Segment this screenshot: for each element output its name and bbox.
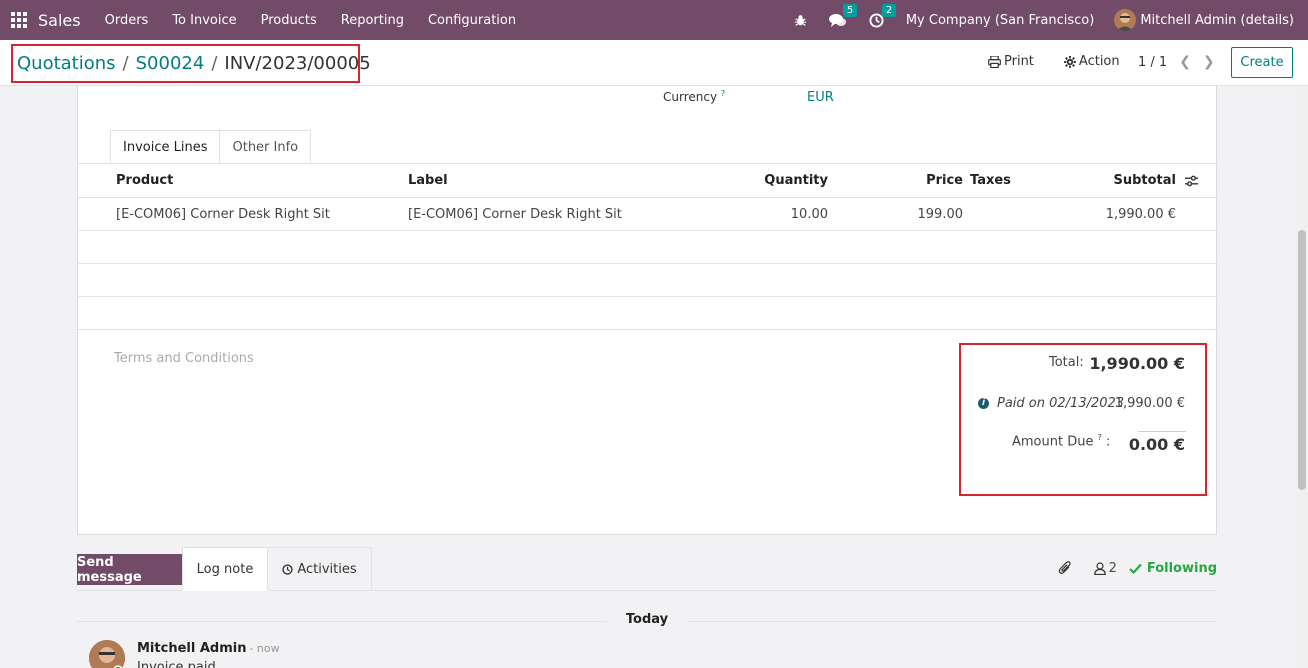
- totals-summary: Total: 1,990.00 € i Paid on 02/13/2023 1…: [959, 343, 1207, 496]
- table-row-empty: [78, 297, 1218, 330]
- gear-icon: [1063, 55, 1076, 68]
- table-header: Product Label Quantity Price Taxes Subto…: [78, 164, 1218, 198]
- company-switcher[interactable]: My Company (San Francisco): [906, 13, 1094, 28]
- date-separator: Today: [77, 612, 1217, 627]
- message-time: - now: [249, 642, 280, 655]
- line-label[interactable]: [E-COM06] Corner Desk Right Sit: [408, 198, 622, 230]
- activities-count-badge: 2: [881, 3, 897, 17]
- tab-invoice-lines[interactable]: Invoice Lines: [110, 130, 221, 164]
- currency-field[interactable]: EUR: [807, 90, 834, 105]
- followers-button[interactable]: 2: [1093, 560, 1117, 576]
- line-product[interactable]: [E-COM06] Corner Desk Right Sit: [116, 198, 330, 230]
- activities-button[interactable]: Activities: [268, 547, 372, 591]
- check-icon: [1129, 563, 1142, 574]
- invoice-lines-table: Product Label Quantity Price Taxes Subto…: [78, 163, 1218, 330]
- total-label: Total:: [1049, 355, 1084, 370]
- amount-due-label: Amount Due ? :: [1012, 433, 1111, 450]
- pager: 1 / 1 ❮ ❯: [1138, 54, 1215, 70]
- breadcrumb-separator: /: [122, 53, 129, 74]
- action-label: Action: [1078, 54, 1120, 69]
- amount-due-help-icon[interactable]: ?: [1098, 433, 1102, 442]
- menu-reporting[interactable]: Reporting: [341, 13, 404, 28]
- total-value: 1,990.00 €: [1089, 354, 1185, 373]
- line-quantity[interactable]: 10.00: [728, 198, 828, 230]
- column-quantity[interactable]: Quantity: [728, 164, 828, 197]
- breadcrumb: Quotations / S00024 / INV/2023/00005: [11, 44, 371, 83]
- attachment-paperclip-icon[interactable]: [1058, 560, 1072, 576]
- paid-value: 1,990.00 €: [1114, 396, 1185, 411]
- scrollbar-thumb[interactable]: [1298, 230, 1306, 490]
- line-price[interactable]: 199.00: [868, 198, 964, 230]
- messages-count-badge: 5: [842, 3, 858, 17]
- activities-label: Activities: [297, 561, 357, 577]
- activities-clock-icon[interactable]: 2: [869, 3, 897, 28]
- menu-configuration[interactable]: Configuration: [428, 13, 516, 28]
- column-label[interactable]: Label: [408, 164, 448, 197]
- column-settings-sliders-icon[interactable]: [1185, 164, 1198, 197]
- notebook-tabs: Invoice Lines Other Info: [110, 130, 312, 164]
- breadcrumb-quotations[interactable]: Quotations: [17, 53, 116, 74]
- print-label: Print: [1004, 54, 1034, 69]
- chevron-left-icon[interactable]: ❮: [1179, 54, 1191, 70]
- message-body: Invoice paid: [137, 660, 216, 668]
- message-author: Mitchell Admin - now: [137, 641, 280, 656]
- amount-due-value: 0.00 €: [1128, 435, 1185, 454]
- user-name: Mitchell Admin (details): [1140, 12, 1294, 28]
- followers-count: 2: [1108, 560, 1117, 576]
- info-icon[interactable]: i: [978, 398, 989, 409]
- following-button[interactable]: Following: [1129, 561, 1217, 576]
- message-author-avatar[interactable]: [89, 640, 125, 668]
- user-avatar: [1114, 9, 1137, 31]
- breadcrumb-sale-order[interactable]: S00024: [136, 53, 205, 74]
- chatter-topbar: Send message Log note Activities 2 Follo…: [77, 547, 1217, 591]
- user-icon: [1093, 561, 1106, 575]
- currency-help-icon[interactable]: ?: [721, 89, 725, 98]
- line-subtotal: 1,990.00 €: [1105, 206, 1176, 222]
- clock-icon: [282, 563, 293, 575]
- user-menu[interactable]: Mitchell Admin (details): [1114, 9, 1294, 31]
- table-row-empty: [78, 231, 1218, 264]
- breadcrumb-current-invoice: INV/2023/00005: [224, 53, 371, 74]
- apps-menu-icon[interactable]: [1, 0, 37, 40]
- create-button[interactable]: Create: [1231, 47, 1293, 78]
- table-row[interactable]: [E-COM06] Corner Desk Right Sit [E-COM06…: [78, 198, 1218, 231]
- tab-other-info[interactable]: Other Info: [219, 130, 312, 164]
- app-name[interactable]: Sales: [38, 11, 81, 30]
- breadcrumb-separator: /: [211, 53, 218, 74]
- send-message-button[interactable]: Send message: [77, 554, 182, 585]
- menu-products[interactable]: Products: [261, 13, 317, 28]
- debug-bug-icon[interactable]: [794, 14, 807, 27]
- terms-conditions-field[interactable]: Terms and Conditions: [114, 351, 254, 366]
- control-panel: Quotations / S00024 / INV/2023/00005 Pri…: [0, 40, 1308, 86]
- menu-orders[interactable]: Orders: [105, 13, 149, 28]
- column-price[interactable]: Price: [868, 164, 963, 197]
- chevron-right-icon[interactable]: ❯: [1203, 54, 1215, 70]
- table-row-empty: [78, 264, 1218, 297]
- amount-due-divider: [1138, 431, 1186, 432]
- column-product[interactable]: Product: [116, 164, 173, 197]
- print-button[interactable]: Print: [988, 54, 1034, 69]
- column-subtotal[interactable]: Subtotal: [1078, 164, 1176, 197]
- currency-label: Currency ?: [663, 89, 726, 104]
- column-taxes[interactable]: Taxes: [970, 164, 1011, 197]
- log-note-button[interactable]: Log note: [182, 547, 268, 591]
- paid-info: i Paid on 02/13/2023: [978, 396, 1124, 411]
- invoice-form-sheet: Currency ? EUR Invoice Lines Other Info …: [77, 86, 1218, 535]
- menu-to-invoice[interactable]: To Invoice: [172, 13, 236, 28]
- messages-chat-icon[interactable]: 5: [828, 3, 858, 28]
- following-label: Following: [1146, 560, 1217, 576]
- action-button[interactable]: Action: [1063, 54, 1120, 69]
- top-navbar: Sales Orders To Invoice Products Reporti…: [0, 0, 1308, 40]
- pager-value[interactable]: 1 / 1: [1138, 55, 1167, 70]
